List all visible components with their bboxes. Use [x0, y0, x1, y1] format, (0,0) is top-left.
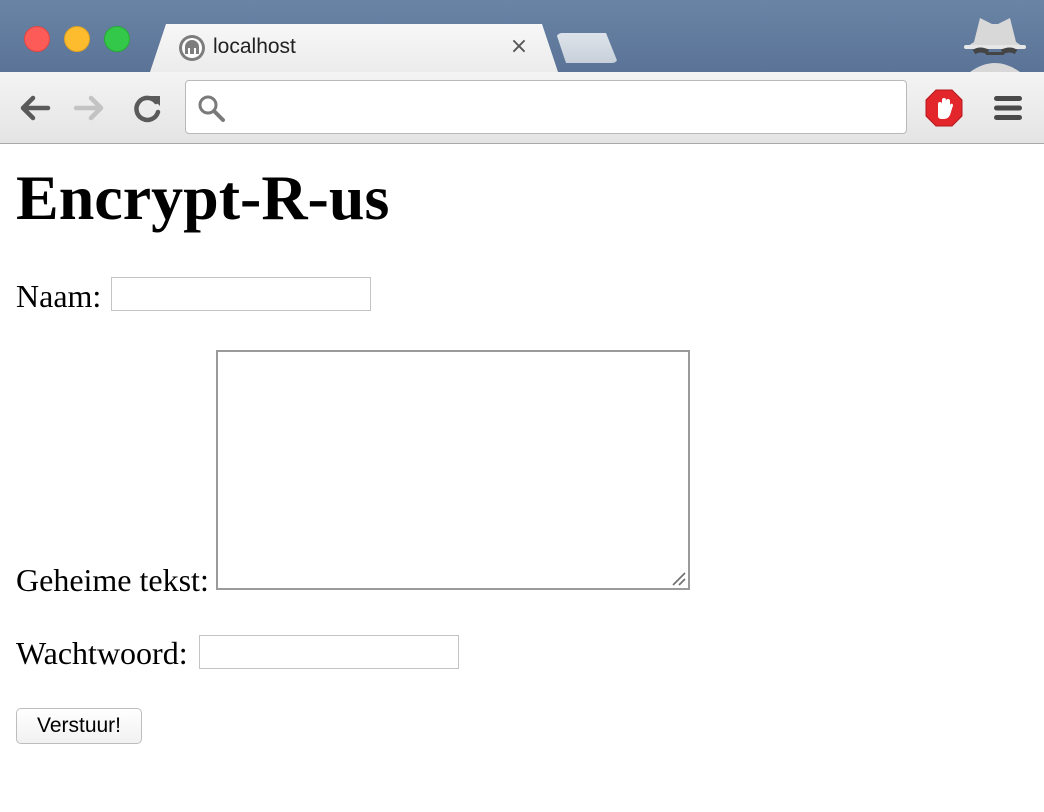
tab-title: localhost — [213, 35, 296, 58]
secret-text-area[interactable] — [216, 350, 690, 590]
adblock-icon[interactable] — [925, 89, 963, 127]
browser-tab[interactable] — [150, 24, 558, 72]
search-icon — [198, 95, 225, 122]
name-label: Naam: — [16, 278, 102, 314]
window-close-button[interactable] — [24, 26, 50, 52]
tab-close-icon[interactable]: × — [508, 35, 530, 59]
window-minimize-button[interactable] — [64, 26, 90, 52]
back-icon[interactable] — [16, 92, 52, 124]
menu-icon[interactable] — [990, 90, 1026, 126]
address-input[interactable] — [236, 86, 900, 128]
submit-button[interactable]: Verstuur! — [16, 708, 142, 744]
password-label: Wachtwoord: — [16, 635, 188, 671]
resize-grip-icon[interactable] — [670, 570, 686, 586]
page-title: Encrypt-R-us — [16, 162, 390, 233]
secret-text-label: Geheime tekst: — [16, 562, 209, 598]
password-input[interactable] — [199, 635, 459, 669]
tab-favicon-icon — [179, 35, 205, 61]
reload-icon[interactable] — [130, 92, 166, 124]
name-input[interactable] — [111, 277, 371, 311]
window-maximize-button[interactable] — [104, 26, 130, 52]
forward-icon[interactable] — [72, 92, 108, 124]
incognito-icon — [964, 18, 1026, 72]
